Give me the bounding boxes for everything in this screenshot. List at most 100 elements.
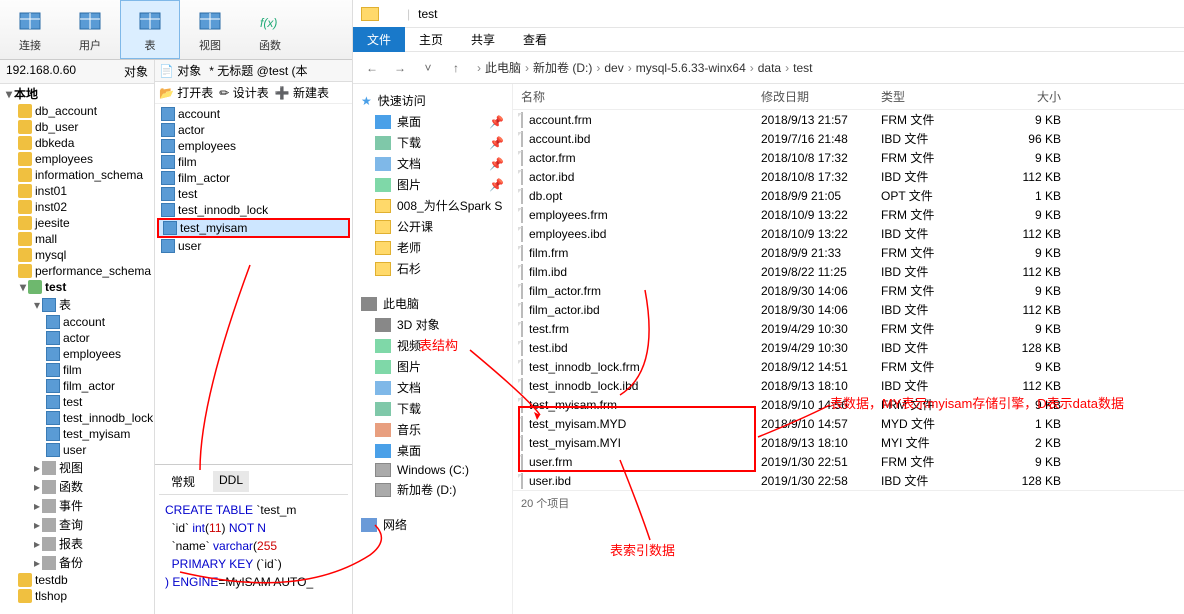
col-date[interactable]: 修改日期: [761, 88, 881, 105]
nav-item[interactable]: 下载📌: [353, 132, 512, 153]
open-table-button[interactable]: 📂 打开表: [159, 84, 213, 101]
nav-item[interactable]: 此电脑: [353, 293, 512, 314]
nav-item[interactable]: Windows (C:): [353, 461, 512, 479]
breadcrumb[interactable]: ›此电脑›新加卷 (D:)›dev›mysql-5.6.33-winx64›da…: [473, 59, 812, 76]
table-item[interactable]: test: [157, 186, 350, 202]
ribbon-view[interactable]: 查看: [509, 27, 561, 52]
tree-item[interactable]: ▸查询: [0, 515, 154, 534]
table-item[interactable]: account: [157, 106, 350, 122]
explorer-nav[interactable]: ★ 快速访问桌面📌下载📌文档📌图片📌008_为什么Spark S公开课老师石杉此…: [353, 84, 513, 614]
tree-item[interactable]: test_myisam: [0, 426, 154, 442]
tree-item[interactable]: ▸备份: [0, 553, 154, 572]
tree-item[interactable]: actor: [0, 330, 154, 346]
nav-item[interactable]: 008_为什么Spark S: [353, 195, 512, 216]
table-tool[interactable]: 表: [120, 0, 180, 59]
tree-item[interactable]: inst01: [0, 183, 154, 199]
table-item[interactable]: test_myisam: [157, 218, 350, 238]
tree-item[interactable]: test_innodb_lock: [0, 410, 154, 426]
tree-item[interactable]: dbkeda: [0, 135, 154, 151]
view-tool[interactable]: 视图: [180, 0, 240, 59]
file-item[interactable]: employees.ibd2018/10/9 13:22IBD 文件112 KB: [513, 224, 1184, 243]
tree-item[interactable]: information_schema: [0, 167, 154, 183]
history-button[interactable]: ˅: [417, 57, 439, 79]
file-list-header[interactable]: 名称 修改日期 类型 大小: [513, 84, 1184, 110]
nav-item[interactable]: 公开课: [353, 216, 512, 237]
tree-item[interactable]: employees: [0, 346, 154, 362]
new-table-button[interactable]: ➕ 新建表: [275, 84, 329, 101]
ribbon-file[interactable]: 文件: [353, 27, 405, 52]
nav-item[interactable]: 文档: [353, 377, 512, 398]
file-item[interactable]: test_myisam.MYD2018/9/10 14:57MYD 文件1 KB: [513, 414, 1184, 433]
col-name[interactable]: 名称: [521, 88, 761, 105]
nav-item[interactable]: 3D 对象: [353, 314, 512, 335]
file-item[interactable]: user.ibd2019/1/30 22:58IBD 文件128 KB: [513, 471, 1184, 490]
tree-item[interactable]: jeesite: [0, 215, 154, 231]
sql-code[interactable]: CREATE TABLE `test_m `id` int(11) NOT N …: [159, 495, 348, 597]
file-item[interactable]: account.ibd2019/7/16 21:48IBD 文件96 KB: [513, 129, 1184, 148]
nav-item[interactable]: 文档📌: [353, 153, 512, 174]
tree-item[interactable]: db_account: [0, 103, 154, 119]
table-item[interactable]: film_actor: [157, 170, 350, 186]
tree-item[interactable]: db_user: [0, 119, 154, 135]
up-button[interactable]: ↑: [445, 57, 467, 79]
nav-item[interactable]: ★ 快速访问: [353, 90, 512, 111]
tree-item[interactable]: mall: [0, 231, 154, 247]
tree-item[interactable]: tlshop: [0, 588, 154, 604]
file-item[interactable]: film.frm2018/9/9 21:33FRM 文件9 KB: [513, 243, 1184, 262]
file-item[interactable]: account.frm2018/9/13 21:57FRM 文件9 KB: [513, 110, 1184, 129]
forward-button[interactable]: →: [389, 57, 411, 79]
file-item[interactable]: db.opt2018/9/9 21:05OPT 文件1 KB: [513, 186, 1184, 205]
file-item[interactable]: actor.ibd2018/10/8 17:32IBD 文件112 KB: [513, 167, 1184, 186]
tree-item[interactable]: mysql: [0, 247, 154, 263]
tree-item[interactable]: ▸事件: [0, 496, 154, 515]
nav-item[interactable]: 视频: [353, 335, 512, 356]
file-item[interactable]: employees.frm2018/10/9 13:22FRM 文件9 KB: [513, 205, 1184, 224]
file-item[interactable]: actor.frm2018/10/8 17:32FRM 文件9 KB: [513, 148, 1184, 167]
tree-item[interactable]: testdb: [0, 572, 154, 588]
tree-item[interactable]: test: [0, 394, 154, 410]
file-item[interactable]: test.ibd2019/4/29 10:30IBD 文件128 KB: [513, 338, 1184, 357]
nav-item[interactable]: 老师: [353, 237, 512, 258]
col-type[interactable]: 类型: [881, 88, 981, 105]
tree-item[interactable]: performance_schema: [0, 263, 154, 279]
table-item[interactable]: film: [157, 154, 350, 170]
table-item[interactable]: actor: [157, 122, 350, 138]
user-tool[interactable]: 用户: [60, 0, 120, 59]
file-item[interactable]: film.ibd2019/8/22 11:25IBD 文件112 KB: [513, 262, 1184, 281]
col-size[interactable]: 大小: [981, 88, 1061, 105]
nav-item[interactable]: 图片📌: [353, 174, 512, 195]
file-item[interactable]: test_innodb_lock.ibd2018/9/13 18:10IBD 文…: [513, 376, 1184, 395]
nav-item[interactable]: 新加卷 (D:): [353, 479, 512, 500]
file-item[interactable]: test_myisam.MYI2018/9/13 18:10MYI 文件2 KB: [513, 433, 1184, 452]
table-item[interactable]: employees: [157, 138, 350, 154]
ribbon-home[interactable]: 主页: [405, 27, 457, 52]
tab-general[interactable]: 常规: [165, 471, 201, 492]
tree-item[interactable]: employees: [0, 151, 154, 167]
nav-item[interactable]: 石杉: [353, 258, 512, 279]
nav-item[interactable]: 音乐: [353, 419, 512, 440]
tree-item[interactable]: inst02: [0, 199, 154, 215]
nav-item[interactable]: 桌面📌: [353, 111, 512, 132]
nav-item[interactable]: 下载: [353, 398, 512, 419]
tree-item[interactable]: film_actor: [0, 378, 154, 394]
tab-untitled[interactable]: * 无标题 @test (本: [209, 62, 307, 79]
back-button[interactable]: ←: [361, 57, 383, 79]
tree-item[interactable]: ▾ 本地: [0, 84, 154, 103]
nav-item[interactable]: 图片: [353, 356, 512, 377]
tree-item[interactable]: user: [0, 442, 154, 458]
ribbon-share[interactable]: 共享: [457, 27, 509, 52]
file-item[interactable]: film_actor.frm2018/9/30 14:06FRM 文件9 KB: [513, 281, 1184, 300]
file-item[interactable]: test_innodb_lock.frm2018/9/12 14:51FRM 文…: [513, 357, 1184, 376]
design-table-button[interactable]: ✏ 设计表: [219, 84, 268, 101]
tree-item[interactable]: film: [0, 362, 154, 378]
table-item[interactable]: user: [157, 238, 350, 254]
db-tree[interactable]: 192.168.0.60 对象 ▾ 本地db_accountdb_userdbk…: [0, 60, 155, 614]
tree-item[interactable]: ▸函数: [0, 477, 154, 496]
nav-item[interactable]: 桌面: [353, 440, 512, 461]
table-item[interactable]: test_innodb_lock: [157, 202, 350, 218]
tree-item[interactable]: account: [0, 314, 154, 330]
tree-item[interactable]: ▸报表: [0, 534, 154, 553]
connect-tool[interactable]: 连接: [0, 0, 60, 59]
tree-item[interactable]: ▾test: [0, 279, 154, 295]
tree-item[interactable]: ▾表: [0, 295, 154, 314]
